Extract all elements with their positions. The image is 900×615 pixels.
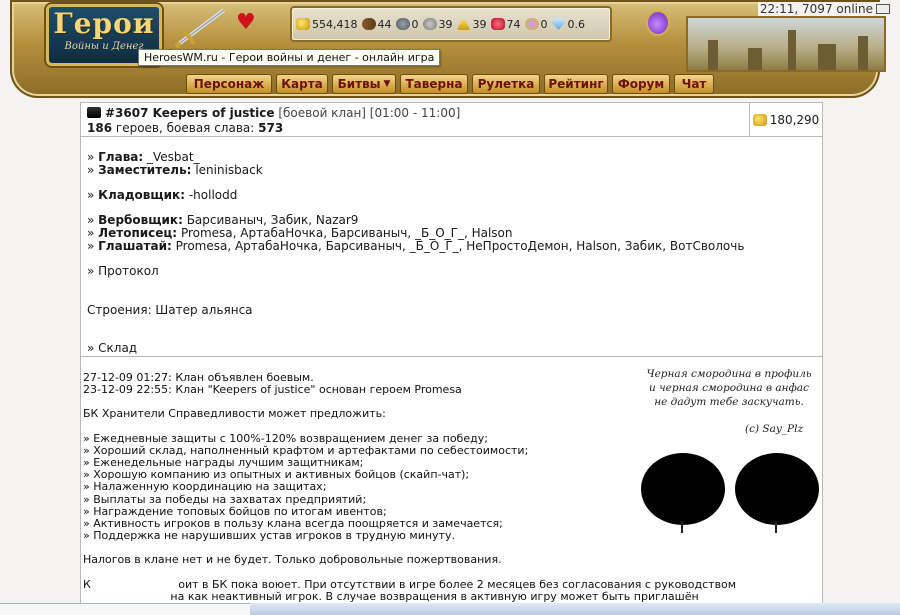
resource-gems: 0 <box>524 18 548 31</box>
heart-icon[interactable]: ♥ <box>236 12 256 34</box>
nav-chat[interactable]: Чат <box>674 74 714 94</box>
mail-icon[interactable] <box>876 4 890 14</box>
currant-stem <box>775 521 777 533</box>
nav-character[interactable]: Персонаж <box>186 74 272 94</box>
nav-forum[interactable]: Форум <box>612 74 670 94</box>
resources-bar: 554,418 44 0 39 39 74 0 0.6 <box>290 6 612 42</box>
black-currant-image <box>735 453 819 525</box>
chevron-down-icon: ▼ <box>383 79 391 89</box>
resource-ore: 0 <box>395 18 419 31</box>
resource-wood: 44 <box>361 18 392 31</box>
clan-panel: #3607 Keepers of justice [боевой клан] [… <box>80 102 823 615</box>
protocol-link[interactable]: » Протокол <box>87 265 744 278</box>
resource-sulfur: 39 <box>456 18 487 31</box>
ore-icon <box>395 18 410 30</box>
description-line: БК Хранители Справедливости может предло… <box>83 407 386 421</box>
description-line: на как неактивный игрок. В случае возвра… <box>83 589 699 603</box>
description-line: » Поддержка не нарушивших устав игроков … <box>83 529 455 543</box>
resource-mercury: 39 <box>422 18 453 31</box>
clan-emblem-icon <box>87 107 101 118</box>
black-currant-image <box>641 453 725 525</box>
sulfur-icon <box>456 18 471 30</box>
mercury-icon <box>422 18 437 30</box>
signature-author: (c) Say_Plz <box>745 423 804 435</box>
role-deputy: » Заместитель: leninisback <box>87 163 263 177</box>
potion-icon[interactable] <box>648 12 668 34</box>
clan-title-line: #3607 Keepers of justice [боевой клан] [… <box>87 106 460 120</box>
nav-tavern[interactable]: Таверна <box>400 74 468 94</box>
diamond-icon <box>551 18 566 30</box>
clock-online: 22:11, 7097 online <box>757 2 892 16</box>
crystal-icon <box>490 18 505 30</box>
game-header: Герои Войны и Денег ♥ 554,418 44 0 39 39… <box>0 0 900 100</box>
clan-stats: 186 героев, боевая слава: 573 <box>87 121 284 135</box>
nav-map[interactable]: Карта <box>276 74 328 94</box>
city-image <box>686 16 886 72</box>
gold-icon <box>752 113 767 126</box>
warehouse-link[interactable]: » Склад <box>87 341 137 355</box>
logo-title: Герои <box>53 7 155 40</box>
gems-icon <box>524 18 539 30</box>
clan-type: [боевой клан] [01:00 - 11:00] <box>278 106 461 120</box>
currant-stem <box>681 521 683 533</box>
resource-crystal: 74 <box>490 18 521 31</box>
clan-title[interactable]: #3607 Keepers of justice <box>105 106 275 120</box>
role-storekeeper: » Кладовщик: -hollodd <box>87 188 238 202</box>
nav-roulette[interactable]: Рулетка <box>472 74 540 94</box>
nav-battles[interactable]: Битвы ▼ <box>332 74 396 94</box>
clan-header: #3607 Keepers of justice [боевой клан] [… <box>81 103 822 137</box>
taskbar-window[interactable] <box>0 603 250 615</box>
signature-text: Черная смородина в профиль и черная смор… <box>646 368 812 408</box>
description-line: » Ежедневные защиты с 100%-120% возвраще… <box>83 431 488 445</box>
clan-roles: » Глава: _Vesbat_ » Заместитель: leninis… <box>87 151 744 278</box>
description-line: » Налаженную координацию на защитах; <box>83 480 327 494</box>
clan-buildings: Строения: Шатер альянса <box>87 303 253 317</box>
resource-gold: 554,418 <box>296 18 358 31</box>
description-line: Налогов в клане нет и не будет. Только д… <box>83 553 502 567</box>
role-herald: » Глашатай: Promesa, АртабаНочка, Барсив… <box>87 239 745 253</box>
tooltip: HeroesWM.ru - Герои войны и денег - онла… <box>138 49 441 66</box>
description-line: К оит в БК пока воюет. При отсутствии в … <box>83 577 737 591</box>
clan-gold: 180,290 <box>749 103 822 136</box>
sword-icon <box>174 8 226 48</box>
resource-diamonds: 0.6 <box>551 18 585 31</box>
gold-icon <box>296 18 310 30</box>
nav-rating[interactable]: Рейтинг <box>544 74 608 94</box>
clan-description: 27-12-09 01:27: Клан объявлен боевым. 23-… <box>83 371 737 603</box>
main-nav: Персонаж Карта Битвы ▼ Таверна Рулетка Ре… <box>186 74 714 96</box>
description-line: 23-12-09 22:55: Клан "Keepers of justice… <box>83 383 462 397</box>
wood-icon <box>361 18 376 30</box>
description-line: » Выплаты за победы на захватах предприя… <box>83 492 367 506</box>
section-divider <box>81 356 822 357</box>
